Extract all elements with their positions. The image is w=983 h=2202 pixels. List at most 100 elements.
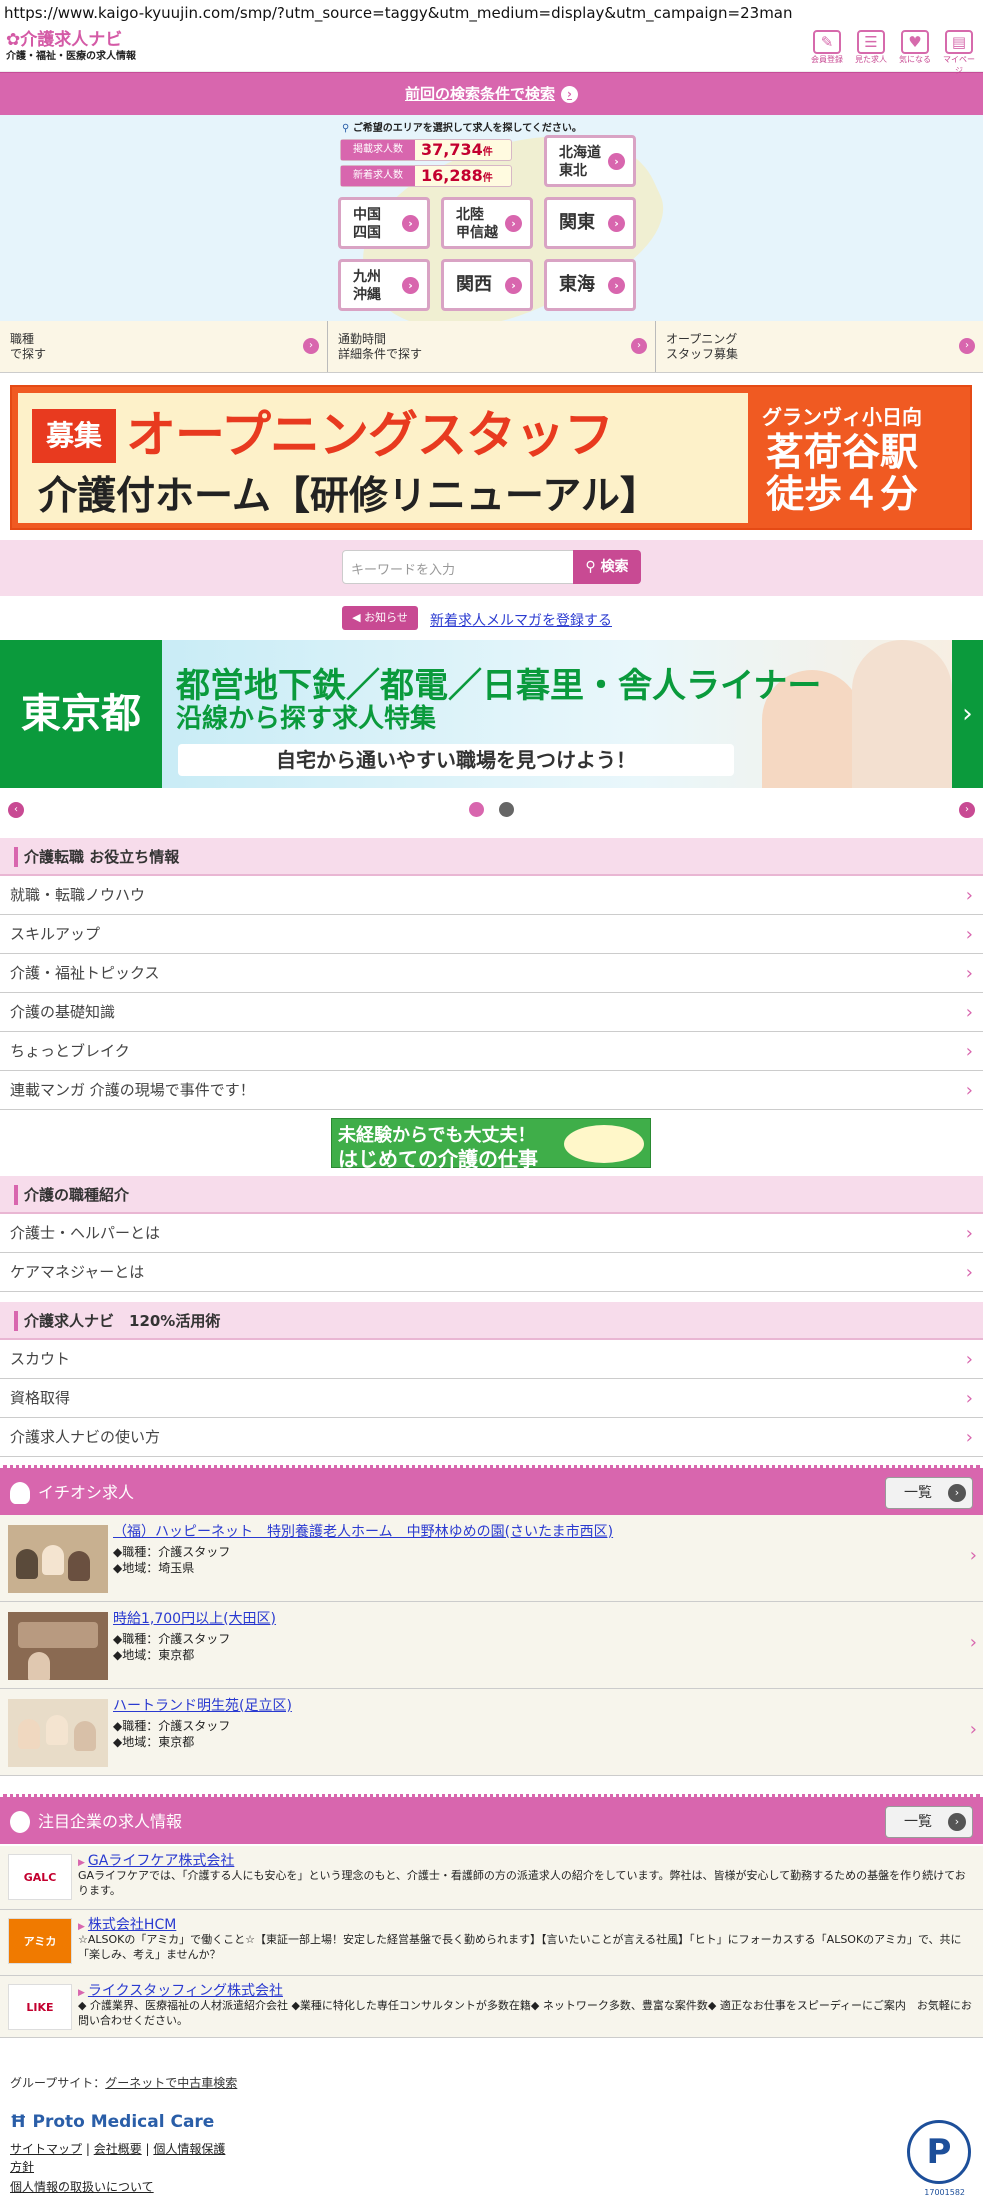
- howto-item[interactable]: 介護求人ナビの使い方 ›: [0, 1418, 983, 1457]
- region-hokuriku-koshinetsu[interactable]: 北陸 甲信越 ›: [441, 197, 533, 249]
- howto-item[interactable]: スカウト ›: [0, 1340, 983, 1379]
- tips-item[interactable]: 就職・転職ノウハウ ›: [0, 876, 983, 915]
- company-item[interactable]: LIKE ライクスタッフィング株式会社 ◆ 介護業界、医療福祉の人材派遣紹介会社…: [0, 1976, 983, 2038]
- search-button[interactable]: ⚲ 検索: [573, 550, 641, 584]
- carousel-next-button[interactable]: ›: [959, 802, 975, 818]
- region-kyushu-okinawa[interactable]: 九州 沖縄 ›: [338, 259, 430, 311]
- tips-item[interactable]: 介護の基礎知識 ›: [0, 993, 983, 1032]
- section-title: 介護の職種紹介: [0, 1176, 983, 1214]
- chevron-right-icon: ›: [631, 338, 647, 354]
- address-bar[interactable]: https://www.kaigo-kyuujin.com/smp/?utm_s…: [0, 0, 983, 30]
- carousel-prev-button[interactable]: ‹: [8, 802, 24, 818]
- search-by-jobtype[interactable]: 職種 で探す ›: [0, 321, 328, 372]
- job-item[interactable]: 時給1,700円以上(大田区) ◆職種：介護スタッフ ◆地域：東京都 ›: [0, 1602, 983, 1689]
- beginner-banner[interactable]: 未経験からでも大丈夫！ はじめての介護の仕事: [331, 1118, 651, 1171]
- opening-staff-link[interactable]: オープニング スタッフ募集 ›: [656, 321, 983, 372]
- region-tokai[interactable]: 東海 ›: [544, 259, 636, 311]
- megaphone-icon: ◀: [352, 611, 361, 624]
- job-title[interactable]: （福）ハッピーネット 特別養護老人ホーム 中野林ゆめの園(さいたま市西区): [113, 1521, 613, 1541]
- jobtype-item[interactable]: 介護士・ヘルパーとは ›: [0, 1214, 983, 1253]
- mypage-button[interactable]: ▤ マイページ: [941, 30, 977, 76]
- viewed-jobs-button[interactable]: ☰ 見た求人: [853, 30, 889, 76]
- company-desc: GAライフケアでは、「介護する人にも安心を」という理念のもと、介護士・看護師の方…: [78, 1869, 966, 1897]
- personal-info-link[interactable]: 個人情報の取扱いについて: [10, 2180, 154, 2194]
- recruit-tag: 募集: [32, 409, 116, 463]
- banner-subtitle: 介護付ホーム【研修リニューアル】: [38, 474, 659, 519]
- site-header: ✿介護求人ナビ 介護・福祉・医療の求人情報 ✎ 会員登録 ☰ 見た求人 ♥ 気になる …: [0, 30, 983, 75]
- banner-facility: グランヴィ小日向: [762, 405, 922, 429]
- opening-staff-banner[interactable]: 募集 オープニングスタッフ 介護付ホーム【研修リニューアル】 グランヴィ小日向 …: [10, 385, 972, 530]
- carousel-dot[interactable]: [499, 802, 514, 817]
- brand-logo: Ħ Proto Medical Care: [10, 2112, 215, 2132]
- banner-region: 東京都: [0, 640, 162, 788]
- notice-badge: ◀ お知らせ: [342, 606, 418, 630]
- companies-list-button[interactable]: 一覧 ›: [885, 1806, 973, 1838]
- company-link[interactable]: 会社概要: [94, 2142, 142, 2156]
- privacy-link[interactable]: 個人情報保護: [153, 2142, 225, 2156]
- tips-item[interactable]: 介護・福祉トピックス ›: [0, 954, 983, 993]
- job-area: ◆地域：東京都: [113, 1735, 195, 1749]
- job-item[interactable]: （福）ハッピーネット 特別養護老人ホーム 中野林ゆめの園(さいたま市西区) ◆職…: [0, 1515, 983, 1602]
- chevron-right-icon: ›: [402, 277, 419, 294]
- chevron-right-icon: ›: [965, 1002, 973, 1023]
- company-name[interactable]: 株式会社HCM: [78, 1914, 176, 1934]
- region-kanto[interactable]: 関東 ›: [544, 197, 636, 249]
- chevron-right-icon: ›: [969, 1632, 977, 1653]
- group-site-link[interactable]: グーネットで中古車検索: [105, 2076, 237, 2090]
- job-area: ◆地域：東京都: [113, 1648, 195, 1662]
- chevron-right-icon: ›: [402, 215, 419, 232]
- howto-item[interactable]: 資格取得 ›: [0, 1379, 983, 1418]
- tips-item[interactable]: スキルアップ ›: [0, 915, 983, 954]
- area-selector: ⚲ ご希望のエリアを選択して求人を探してください。 掲載求人数 37,734件 新…: [0, 115, 983, 321]
- chevron-right-icon: ›: [965, 1223, 973, 1244]
- previous-search-button[interactable]: 前回の検索条件で検索 ›: [0, 72, 983, 115]
- region-kansai[interactable]: 関西 ›: [441, 259, 533, 311]
- sitemap-link[interactable]: サイトマップ: [10, 2142, 82, 2156]
- company-name[interactable]: ライクスタッフィング株式会社: [78, 1980, 283, 2000]
- featured-companies-header: 注目企業の求人情報 一覧 ›: [0, 1794, 983, 1844]
- chevron-right-icon: ›: [608, 277, 625, 294]
- site-logo[interactable]: ✿介護求人ナビ 介護・福祉・医療の求人情報: [6, 30, 166, 64]
- privacy-link-cont[interactable]: 方針: [10, 2160, 34, 2174]
- company-item[interactable]: GALC GAライフケア株式会社 GAライフケアでは、「介護する人にも安心を」と…: [0, 1846, 983, 1910]
- footer-links: サイトマップ | 会社概要 | 個人情報保護: [10, 2142, 226, 2156]
- total-jobs-count: 掲載求人数 37,734件: [340, 139, 512, 161]
- chevron-right-icon: ›: [303, 338, 319, 354]
- search-options: 職種 で探す › 通勤時間 詳細条件で探す › オープニング スタッフ募集 ›: [0, 321, 983, 373]
- section-title: 介護転職 お役立ち情報: [0, 838, 983, 876]
- featured-list-button[interactable]: 一覧 ›: [885, 1477, 973, 1509]
- chevron-right-icon: ›: [959, 338, 975, 354]
- company-item[interactable]: アミカ 株式会社HCM ☆ALSOKの「アミカ」で働くこと☆【東証一部上場！安定…: [0, 1910, 983, 1976]
- search-by-commute[interactable]: 通勤時間 詳細条件で探す ›: [328, 321, 656, 372]
- chevron-right-icon: ›: [965, 924, 973, 945]
- carousel-next-icon[interactable]: ›: [952, 640, 983, 788]
- area-note: ⚲ ご希望のエリアを選択して求人を探してください。: [342, 123, 582, 134]
- register-button[interactable]: ✎ 会員登録: [809, 30, 845, 76]
- region-hokkaido-tohoku[interactable]: 北海道 東北 ›: [544, 135, 636, 187]
- banner-line3: 自宅から通いやすい職場を見つけよう！: [178, 744, 734, 776]
- banner-line2: 沿線から探す求人特集: [176, 704, 437, 734]
- region-chugoku-shikoku[interactable]: 中国 四国 ›: [338, 197, 430, 249]
- featured-jobs-header: イチオシ求人 一覧 ›: [0, 1465, 983, 1515]
- job-title[interactable]: ハートランド明生苑(足立区): [113, 1695, 292, 1715]
- keyword-search: キーワードを入力 ⚲ 検索: [0, 540, 983, 596]
- chevron-right-icon: ›: [965, 963, 973, 984]
- carousel-pager: ‹ ›: [0, 796, 983, 822]
- tokyo-feature-banner[interactable]: 東京都 都営地下鉄／都電／日暮里・舎人ライナー 沿線から探す求人特集 自宅から通…: [0, 640, 983, 788]
- tips-item[interactable]: 連載マンガ 介護の現場で事件です！ ›: [0, 1071, 983, 1110]
- carousel-dot-active[interactable]: [469, 802, 484, 817]
- newsletter-link[interactable]: 新着求人メルマガを登録する: [430, 610, 612, 630]
- clipboard-icon: ☰: [857, 30, 885, 54]
- chevron-right-icon: ›: [965, 885, 973, 906]
- company-desc: ☆ALSOKの「アミカ」で働くこと☆【東証一部上場！安定した経営基盤で長く勤めら…: [78, 1933, 962, 1961]
- job-title[interactable]: 時給1,700円以上(大田区): [113, 1608, 276, 1628]
- tips-item[interactable]: ちょっとブレイク ›: [0, 1032, 983, 1071]
- jobtype-item[interactable]: ケアマネジャーとは ›: [0, 1253, 983, 1292]
- favorites-button[interactable]: ♥ 気になる: [897, 30, 933, 76]
- job-item[interactable]: ハートランド明生苑(足立区) ◆職種：介護スタッフ ◆地域：東京都 ›: [0, 1689, 983, 1776]
- search-input[interactable]: キーワードを入力: [342, 550, 574, 584]
- chevron-right-icon: ›: [965, 1262, 973, 1283]
- arrow-right-icon: ›: [948, 1484, 966, 1502]
- new-jobs-count: 新着求人数 16,288件: [340, 165, 512, 187]
- company-name[interactable]: GAライフケア株式会社: [78, 1850, 234, 1870]
